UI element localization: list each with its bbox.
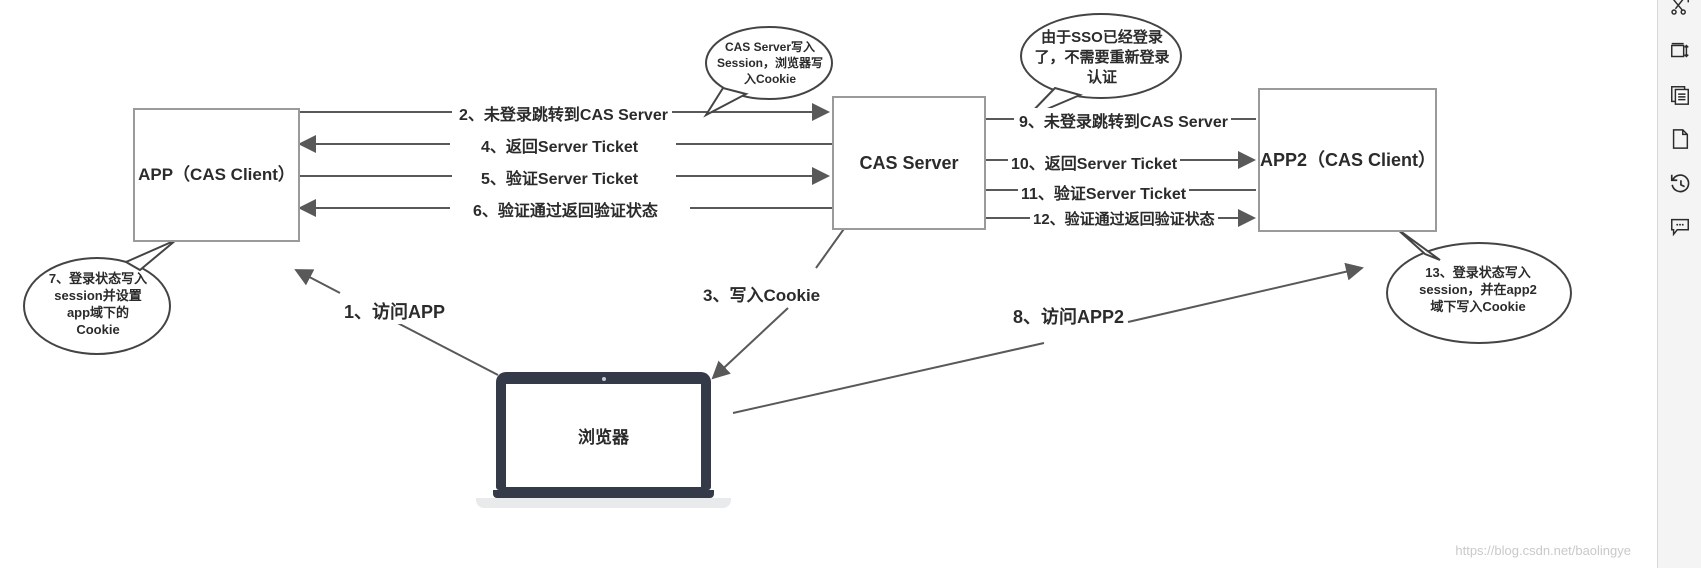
arrow-label-8: 8、访问APP2: [1010, 303, 1128, 329]
arrow-label-12: 12、验证通过返回验证状态: [1030, 208, 1218, 229]
node-cas-server[interactable]: CAS Server: [832, 96, 986, 230]
node-app[interactable]: APP（CAS Client）: [133, 108, 300, 242]
node-cas-server-label: CAS Server: [859, 152, 959, 173]
node-browser-label: 浏览器: [578, 428, 629, 447]
callout-sso-text: 由于SSO已经登录 了，不需要重新登录 认证: [1034, 29, 1170, 86]
laptop-hinge: [493, 490, 714, 498]
camera-dot: [601, 377, 606, 381]
node-browser[interactable]: 浏览器: [476, 372, 731, 508]
callout-app2-session-text: 13、登录状态写入 session，并在app2 域下写入Cookie: [1419, 265, 1537, 315]
laptop-base: [476, 498, 731, 508]
callout-app-session-text: 7、登录状态写入 session并设置 app域下的 Cookie: [48, 271, 148, 338]
laptop-lid: 浏览器: [496, 372, 711, 490]
right-toolbar: [1657, 0, 1701, 568]
arrow-label-9: 9、未登录跳转到CAS Server: [1016, 108, 1231, 132]
comment-icon[interactable]: [1667, 214, 1693, 240]
watermark: https://blog.csdn.net/baolingye: [1455, 543, 1631, 558]
arrow-label-11: 11、验证Server Ticket: [1018, 180, 1190, 204]
page-icon[interactable]: [1667, 126, 1693, 152]
diagram-canvas: APP（CAS Client） CAS Server APP2（CAS Clie…: [0, 0, 1701, 568]
arrow-label-1: 1、访问APP: [341, 298, 449, 324]
arrow-label-2: 2、未登录跳转到CAS Server: [456, 101, 671, 125]
node-app2-label: APP2（CAS Client）: [1260, 149, 1437, 170]
resize-icon[interactable]: [1667, 38, 1693, 64]
node-app2[interactable]: APP2（CAS Client）: [1258, 88, 1437, 232]
history-icon[interactable]: [1667, 170, 1693, 196]
arrow-label-10: 10、返回Server Ticket: [1008, 150, 1181, 174]
node-app-label: APP（CAS Client）: [138, 164, 295, 184]
arrow-label-3: 3、写入Cookie: [700, 281, 824, 306]
browser-screen: 浏览器: [506, 384, 701, 487]
copy-icon[interactable]: [1667, 82, 1693, 108]
arrow-label-5: 5、验证Server Ticket: [478, 165, 642, 189]
arrow-label-4: 4、返回Server Ticket: [478, 133, 642, 157]
arrow-label-6: 6、验证通过返回验证状态: [470, 197, 661, 221]
callout-cas-write-text: CAS Server写入 Session，浏览器写 入Cookie: [716, 40, 824, 86]
crop-icon[interactable]: [1667, 0, 1693, 20]
